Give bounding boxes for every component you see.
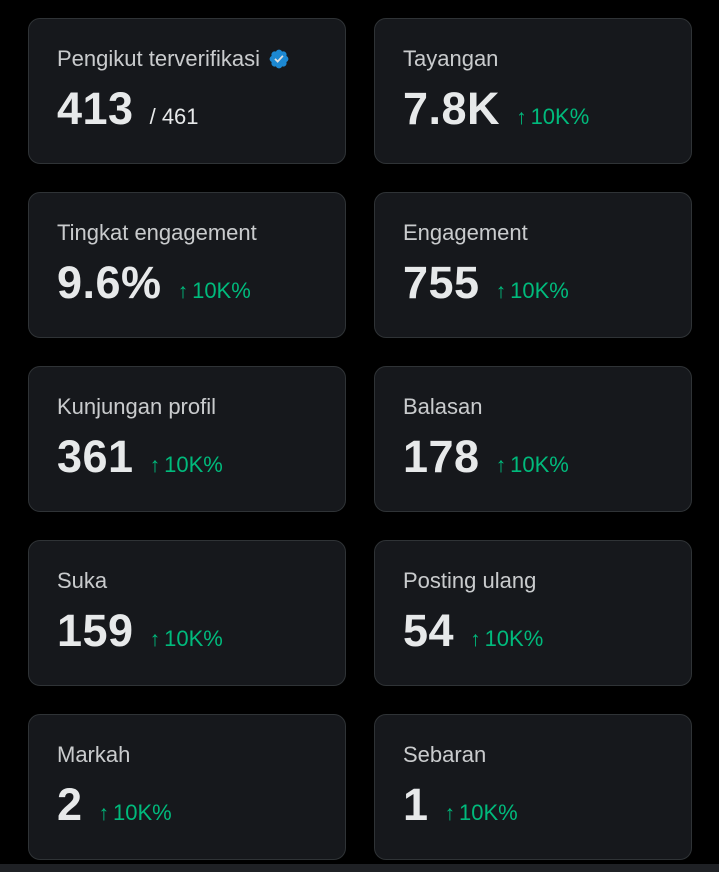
arrow-up-icon: ↑ <box>98 802 110 825</box>
stat-card-impressions[interactable]: Tayangan 7.8K ↑ 10K% <box>374 18 692 164</box>
stat-delta: ↑ 10K% <box>98 800 172 825</box>
arrow-up-icon: ↑ <box>177 280 189 303</box>
bottom-divider <box>0 864 719 872</box>
stat-label: Suka <box>57 568 108 593</box>
stat-value: 159 <box>57 605 134 656</box>
stat-card-shares[interactable]: Sebaran 1 ↑ 10K% <box>374 714 692 860</box>
stat-delta: ↑ 10K% <box>470 626 544 651</box>
stat-value: 9.6% <box>57 257 162 308</box>
stat-card-verified-followers[interactable]: Pengikut terverifikasi 413 / 461 <box>28 18 346 164</box>
stat-value: 178 <box>403 431 480 482</box>
stat-label: Tayangan <box>403 46 499 71</box>
stat-label: Engagement <box>403 220 528 245</box>
stat-label: Balasan <box>403 394 483 419</box>
stat-label: Markah <box>57 742 131 767</box>
arrow-up-icon: ↑ <box>470 628 481 651</box>
stat-card-likes[interactable]: Suka 159 ↑ 10K% <box>28 540 346 686</box>
stat-card-engagements[interactable]: Engagement 755 ↑ 10K% <box>374 192 692 338</box>
stat-total: / 461 <box>149 104 199 129</box>
arrow-up-icon: ↑ <box>444 802 456 825</box>
stat-value: 7.8K <box>403 83 501 134</box>
stat-label: Pengikut terverifikasi <box>57 46 260 71</box>
stat-value: 1 <box>403 779 429 830</box>
stat-delta: ↑ 10K% <box>516 104 590 129</box>
stat-delta: ↑ 10K% <box>149 626 223 651</box>
stat-value: 54 <box>403 605 455 656</box>
arrow-up-icon: ↑ <box>516 106 527 129</box>
stat-value: 2 <box>57 779 83 830</box>
stat-delta: ↑ 10K% <box>444 800 518 825</box>
arrow-up-icon: ↑ <box>149 628 161 651</box>
stat-label: Posting ulang <box>403 568 537 593</box>
stat-delta: ↑ 10K% <box>177 278 251 303</box>
stat-value: 755 <box>403 257 480 308</box>
stat-label: Kunjungan profil <box>57 394 217 419</box>
stat-label: Sebaran <box>403 742 487 767</box>
arrow-up-icon: ↑ <box>149 454 161 477</box>
arrow-up-icon: ↑ <box>495 454 507 477</box>
arrow-up-icon: ↑ <box>495 280 507 303</box>
stat-card-engagement-rate[interactable]: Tingkat engagement 9.6% ↑ 10K% <box>28 192 346 338</box>
stat-card-replies[interactable]: Balasan 178 ↑ 10K% <box>374 366 692 512</box>
verified-badge-icon <box>269 49 289 69</box>
stat-delta: ↑ 10K% <box>495 278 569 303</box>
stat-delta: ↑ 10K% <box>495 452 569 477</box>
stat-value: 361 <box>57 431 134 482</box>
stat-card-reposts[interactable]: Posting ulang 54 ↑ 10K% <box>374 540 692 686</box>
stat-delta: ↑ 10K% <box>149 452 223 477</box>
stat-card-bookmarks[interactable]: Markah 2 ↑ 10K% <box>28 714 346 860</box>
stats-grid: Pengikut terverifikasi 413 / 461 Tayanga… <box>28 18 692 860</box>
stat-label: Tingkat engagement <box>57 220 257 245</box>
stat-card-profile-visits[interactable]: Kunjungan profil 361 ↑ 10K% <box>28 366 346 512</box>
stat-value: 413 <box>57 83 134 134</box>
